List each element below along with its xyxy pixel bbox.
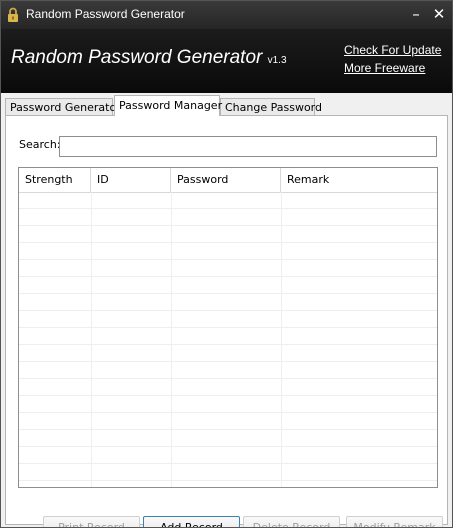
- table-row: [19, 464, 437, 481]
- column-header-id[interactable]: ID: [91, 168, 171, 192]
- column-header-strength[interactable]: Strength: [19, 168, 91, 192]
- tab-change-password[interactable]: Change Password: [220, 98, 322, 115]
- close-button[interactable]: ✕: [428, 5, 450, 23]
- print-record-button[interactable]: Print Record: [43, 516, 140, 527]
- check-update-link[interactable]: Check For Update: [344, 43, 441, 57]
- table-row: [19, 311, 437, 328]
- search-input[interactable]: [59, 136, 437, 157]
- table-row: [19, 447, 437, 464]
- modify-remark-button[interactable]: Modify Remark: [346, 516, 443, 527]
- app-header: Random Password Generator v1.3 Check For…: [1, 29, 452, 94]
- app-name-heading: Random Password Generator v1.3: [11, 47, 287, 69]
- column-header-remark[interactable]: Remark: [281, 168, 437, 192]
- column-divider: [91, 192, 92, 487]
- title-bar[interactable]: Random Password Generator – ✕: [1, 1, 452, 29]
- records-table[interactable]: Strength ID Password Remark: [18, 167, 438, 488]
- table-row: [19, 277, 437, 294]
- main-body: Password Generator Password Manager Chan…: [1, 93, 452, 527]
- app-name: Random Password Generator: [11, 47, 263, 68]
- app-version: v1.3: [267, 55, 287, 66]
- column-divider: [281, 192, 282, 487]
- column-header-password[interactable]: Password: [171, 168, 281, 192]
- search-label: Search:: [19, 138, 61, 151]
- minimize-button[interactable]: –: [405, 5, 427, 23]
- table-row: [19, 328, 437, 345]
- table-row: [19, 430, 437, 447]
- table-row: [19, 294, 437, 311]
- table-row: [19, 396, 437, 413]
- table-row: [19, 226, 437, 243]
- table-row: [19, 209, 437, 226]
- delete-record-button[interactable]: Delete Record: [243, 516, 340, 527]
- more-freeware-link[interactable]: More Freeware: [344, 61, 425, 75]
- tab-password-manager[interactable]: Password Manager: [114, 95, 222, 116]
- window-title: Random Password Generator: [26, 7, 185, 21]
- table-row: [19, 243, 437, 260]
- table-row: [19, 192, 437, 209]
- table-header: Strength ID Password Remark: [19, 168, 437, 193]
- app-window: Random Password Generator – ✕ Random Pas…: [0, 0, 453, 528]
- add-record-button[interactable]: Add Record: [143, 516, 240, 527]
- table-row: [19, 362, 437, 379]
- table-row: [19, 413, 437, 430]
- table-row: [19, 345, 437, 362]
- column-divider: [171, 192, 172, 487]
- password-manager-panel: Search: Strength ID Password Remark Prin…: [5, 115, 448, 527]
- table-row: [19, 379, 437, 396]
- table-row: [19, 260, 437, 277]
- lock-icon: [8, 7, 18, 22]
- tab-password-generator[interactable]: Password Generator: [5, 98, 121, 115]
